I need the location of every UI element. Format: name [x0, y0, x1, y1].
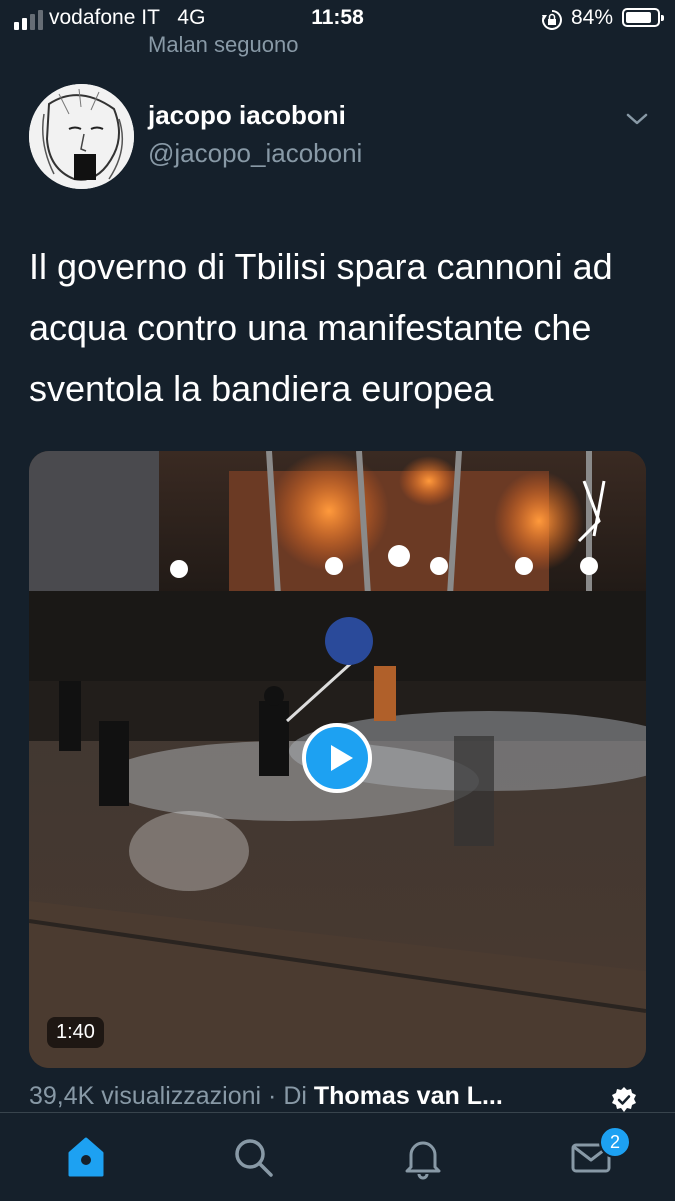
view-count: 39,4K visualizzazioni — [29, 1082, 262, 1110]
handle[interactable]: @jacopo_iacoboni — [148, 138, 362, 169]
battery-icon — [622, 8, 664, 27]
chevron-down-icon[interactable] — [624, 110, 650, 128]
video-author[interactable]: Thomas van L... — [314, 1082, 503, 1110]
tweet-text: Il governo di Tbilisi spara cannoni ad a… — [29, 246, 613, 409]
separator: · — [268, 1082, 277, 1110]
rotation-lock-icon — [542, 10, 562, 30]
video-player[interactable]: 1:40 — [29, 451, 646, 1068]
tab-bar — [0, 1112, 675, 1201]
video-duration: 1:40 — [47, 1017, 104, 1048]
bell-icon[interactable] — [399, 1133, 447, 1181]
display-name[interactable]: jacopo iacoboni — [148, 100, 346, 131]
status-bar: vodafone IT 4G 11:58 84% — [0, 0, 675, 40]
battery-percent: 84% — [571, 6, 614, 29]
search-icon[interactable] — [229, 1133, 277, 1181]
by-label: Di — [283, 1082, 307, 1110]
verified-badge-icon — [612, 1087, 636, 1112]
messages-badge: 2 — [599, 1126, 631, 1158]
play-button[interactable] — [302, 723, 372, 793]
play-icon — [331, 745, 353, 771]
avatar[interactable] — [29, 84, 134, 189]
views-line: 39,4K visualizzazioni · Di Thomas van L.… — [29, 1082, 649, 1111]
social-context[interactable]: Malan seguono — [148, 32, 298, 58]
home-icon[interactable] — [62, 1133, 110, 1181]
